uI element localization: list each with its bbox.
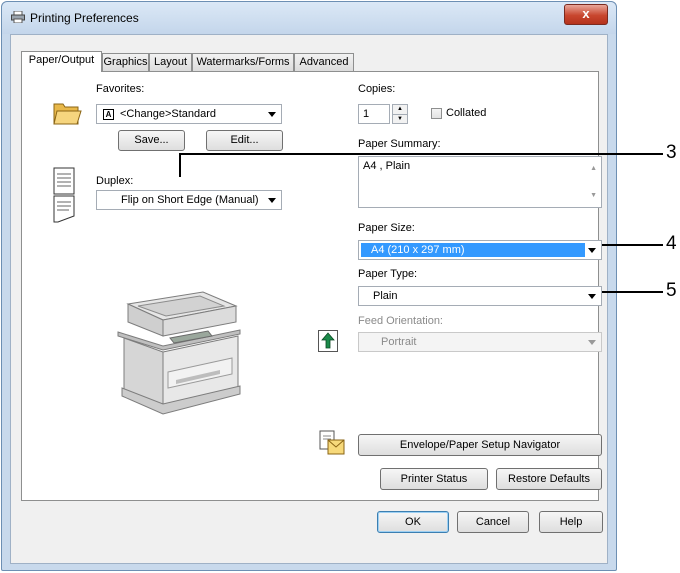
- paper-summary-box: A4 , Plain ▲ ▼: [358, 156, 602, 208]
- copies-field[interactable]: 1: [358, 104, 390, 124]
- chevron-down-icon: [588, 340, 596, 345]
- printer-status-button[interactable]: Printer Status: [380, 468, 488, 490]
- callout-number-3: 3: [666, 142, 677, 163]
- tab-layout[interactable]: Layout: [149, 53, 192, 71]
- close-button[interactable]: x: [564, 4, 608, 25]
- arrow-up-icon: [318, 330, 338, 352]
- tab-advanced[interactable]: Advanced: [294, 53, 354, 71]
- ok-button[interactable]: OK: [377, 511, 449, 533]
- title-bar[interactable]: Printing Preferences x: [2, 2, 616, 34]
- paper-type-value: Plain: [373, 290, 398, 302]
- paper-type-label: Paper Type:: [358, 268, 418, 280]
- callout-leader-3: [179, 153, 181, 177]
- scroll-up-icon[interactable]: ▲: [590, 165, 597, 172]
- printer-illustration: [117, 291, 241, 415]
- paper-size-dropdown[interactable]: A4 (210 x 297 mm): [358, 240, 602, 260]
- folder-icon: [53, 103, 82, 125]
- paper-size-value: A4 (210 x 297 mm): [371, 244, 465, 256]
- save-favorites-button[interactable]: Save...: [118, 130, 185, 151]
- favorites-value: <Change>Standard: [120, 108, 217, 120]
- feed-orientation-dropdown: Portrait: [358, 332, 602, 352]
- tab-paper-output[interactable]: Paper/Output: [21, 51, 102, 72]
- callout-number-4: 4: [666, 233, 677, 254]
- cancel-button[interactable]: Cancel: [457, 511, 529, 533]
- paper-size-label: Paper Size:: [358, 222, 415, 234]
- collated-label: Collated: [446, 107, 487, 119]
- tab-graphics[interactable]: Graphics: [102, 53, 149, 71]
- window-title: Printing Preferences: [30, 11, 139, 25]
- edit-favorites-button[interactable]: Edit...: [206, 130, 283, 151]
- copies-spinner[interactable]: ▲ ▼: [392, 104, 408, 124]
- collated-checkbox[interactable]: [431, 108, 442, 119]
- envelope-paper-icon: [319, 430, 345, 455]
- help-button[interactable]: Help: [539, 511, 603, 533]
- printer-icon: [11, 11, 25, 23]
- chevron-down-icon: [268, 112, 276, 117]
- font-icon: A: [103, 108, 114, 120]
- dialog-body: Paper/Output Graphics Layout Watermarks/…: [10, 34, 608, 564]
- paper-output-panel: Favorites: A <Change>Standard Save... Edi…: [21, 71, 602, 501]
- callout-line-3: [179, 153, 663, 155]
- scroll-down-icon[interactable]: ▼: [590, 192, 597, 199]
- paper-summary-label: Paper Summary:: [358, 138, 441, 150]
- feed-orientation-label: Feed Orientation:: [358, 315, 443, 327]
- spin-down-icon[interactable]: ▼: [393, 115, 407, 124]
- printing-preferences-window: Printing Preferences x Paper/Output Grap…: [1, 1, 617, 571]
- envelope-paper-setup-navigator-button[interactable]: Envelope/Paper Setup Navigator: [358, 434, 602, 456]
- duplex-label: Duplex:: [96, 175, 134, 187]
- favorites-dropdown[interactable]: A <Change>Standard: [96, 104, 282, 124]
- tab-watermarks-forms[interactable]: Watermarks/Forms: [192, 53, 294, 71]
- copies-label: Copies:: [358, 83, 396, 95]
- paper-summary-value: A4 , Plain: [363, 160, 411, 172]
- chevron-down-icon: [268, 198, 276, 203]
- restore-defaults-button[interactable]: Restore Defaults: [496, 468, 602, 490]
- chevron-down-icon: [588, 248, 596, 253]
- paper-type-dropdown[interactable]: Plain: [358, 286, 602, 306]
- callout-line-4: [602, 244, 663, 246]
- duplex-value: Flip on Short Edge (Manual): [121, 194, 259, 206]
- feed-orientation-value: Portrait: [381, 336, 417, 348]
- callout-number-5: 5: [666, 280, 677, 301]
- duplex-icon: [53, 167, 75, 223]
- spin-up-icon[interactable]: ▲: [393, 105, 407, 115]
- favorites-label: Favorites:: [96, 83, 145, 95]
- duplex-dropdown[interactable]: Flip on Short Edge (Manual): [96, 190, 282, 210]
- chevron-down-icon: [588, 294, 596, 299]
- callout-line-5: [602, 291, 663, 293]
